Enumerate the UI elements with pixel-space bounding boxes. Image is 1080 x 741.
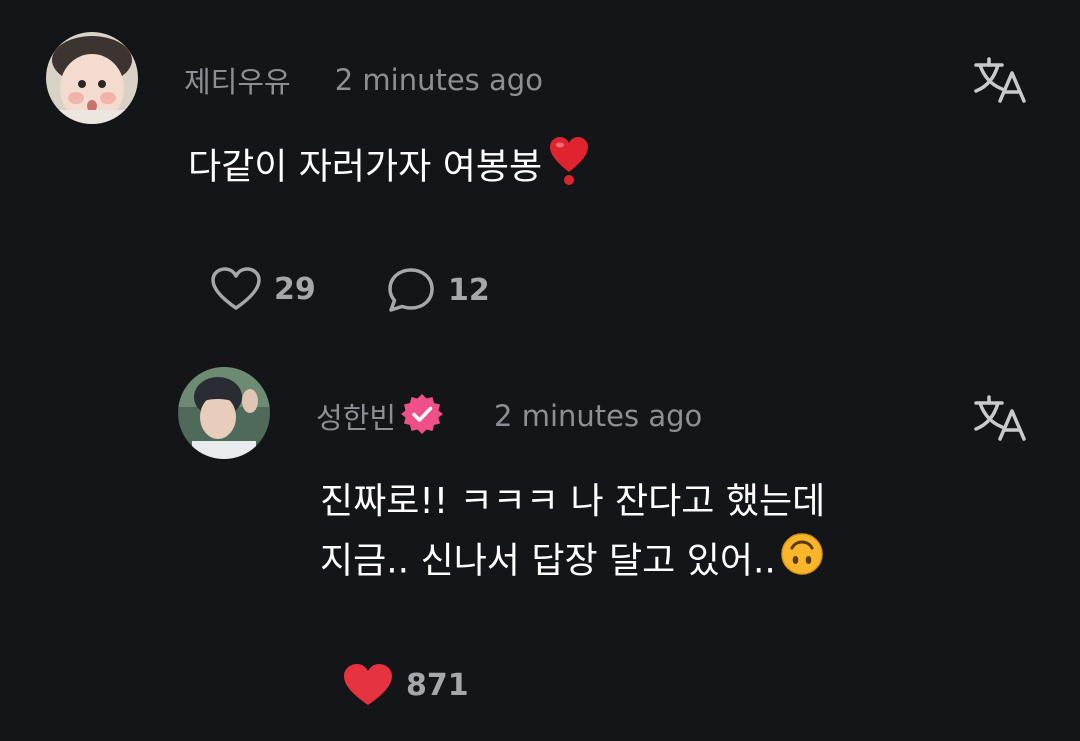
timestamp: 2 minutes ago bbox=[494, 399, 703, 433]
like-count: 871 bbox=[406, 667, 469, 703]
avatar[interactable] bbox=[178, 367, 270, 459]
upside-down-face-emoji bbox=[780, 532, 824, 593]
like-count: 29 bbox=[274, 271, 316, 307]
comment-meta: 성한빈 2 minutes ago bbox=[316, 394, 702, 438]
heart-icon bbox=[344, 664, 392, 705]
verified-badge-icon bbox=[400, 392, 444, 440]
comment-meta: 제티우유 2 minutes ago bbox=[184, 58, 543, 102]
username[interactable]: 제티우유 bbox=[184, 59, 291, 101]
timestamp: 2 minutes ago bbox=[334, 63, 543, 97]
like-button[interactable]: 871 bbox=[342, 662, 469, 708]
chat-bubble-icon bbox=[388, 268, 434, 312]
comment-text: 진짜로!! ㅋㅋㅋ 나 잔다고 했는데 지금.. 신나서 답장 달고 있어.. bbox=[320, 474, 825, 590]
comment-text: 다같이 자러가자 여봉봉 bbox=[188, 134, 590, 203]
comment-text-content: 다같이 자러가자 여봉봉 bbox=[188, 146, 543, 188]
comment-text-line: 지금.. 신나서 답장 달고 있어.. bbox=[320, 532, 825, 590]
translate-icon bbox=[974, 395, 1026, 441]
translate-button[interactable] bbox=[972, 52, 1028, 108]
comment: 제티우유 2 minutes ago 다같이 자러가자 여봉봉 29 12 bbox=[0, 0, 1080, 340]
comment-text-line: 진짜로!! ㅋㅋㅋ 나 잔다고 했는데 bbox=[320, 481, 826, 522]
translate-icon bbox=[974, 57, 1026, 103]
reply-comment: 성한빈 2 minutes ago 진짜로!! ㅋㅋㅋ 나 잔다고 했는데 지금… bbox=[0, 340, 1080, 741]
reply-count: 12 bbox=[448, 272, 490, 308]
username[interactable]: 성한빈 bbox=[316, 395, 396, 437]
red-heart-emoji bbox=[548, 134, 590, 203]
comment-text-content: 지금.. 신나서 답장 달고 있어.. bbox=[320, 540, 776, 582]
reply-button[interactable]: 12 bbox=[386, 266, 490, 314]
like-button[interactable]: 29 bbox=[210, 266, 316, 312]
translate-button[interactable] bbox=[972, 390, 1028, 446]
heart-icon bbox=[211, 267, 261, 310]
avatar[interactable] bbox=[46, 32, 138, 124]
